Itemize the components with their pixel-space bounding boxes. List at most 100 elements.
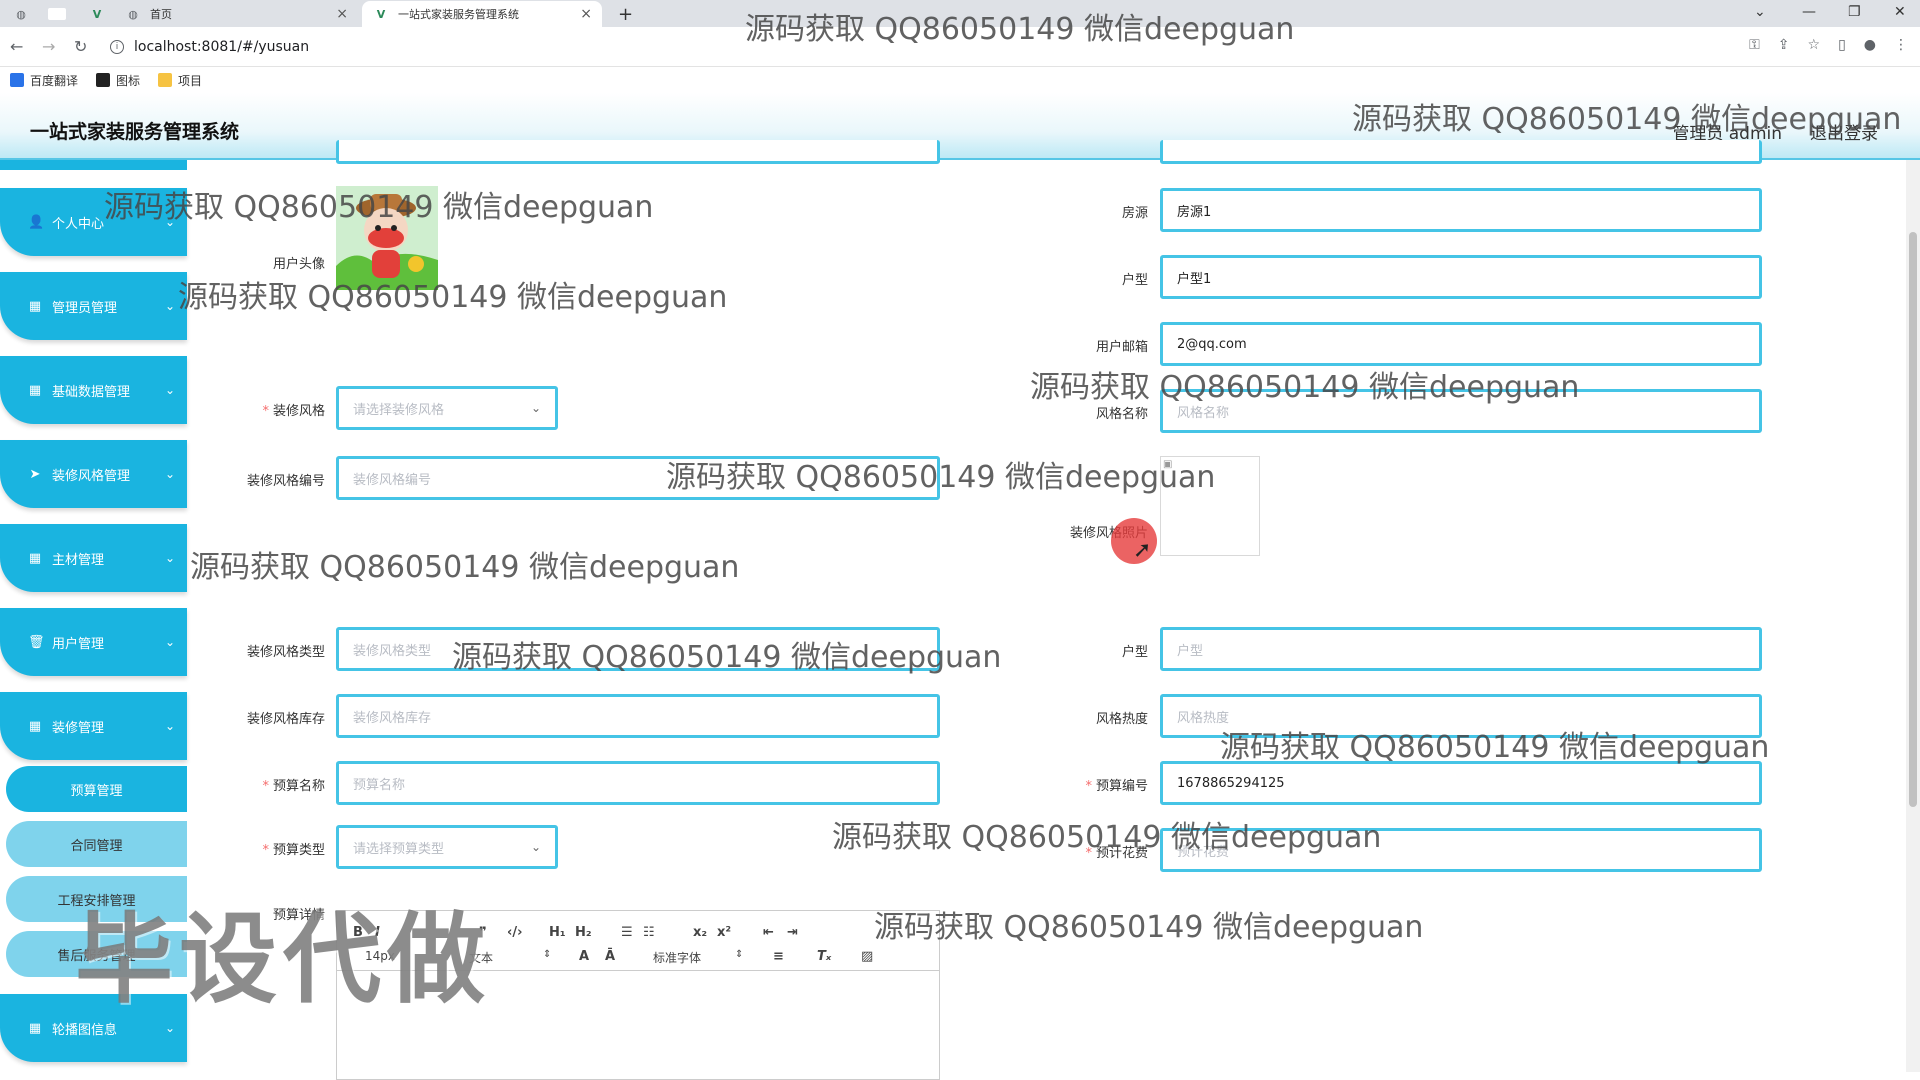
- font-select[interactable]: 标准字体: [653, 949, 701, 966]
- tab-app[interactable]: V 一站式家装服务管理系统 ×: [362, 1, 602, 27]
- sidebar-item-label: 装修风格管理: [52, 468, 131, 484]
- sidebar-item-styles[interactable]: ➤ 装修风格管理 ⌄: [0, 440, 187, 508]
- app-title: 一站式家装服务管理系统: [30, 121, 240, 143]
- budget-type-label: * 预算类型: [262, 843, 325, 858]
- sidebar-item-label: 主材管理: [52, 552, 105, 568]
- fangyuan-label: 房源: [1121, 206, 1148, 221]
- code-icon[interactable]: ‹/›: [507, 925, 522, 940]
- sidebar-item-label: 装修管理: [52, 720, 105, 736]
- chevron-up-icon: ⌄: [164, 719, 175, 733]
- reload-icon[interactable]: ↻: [74, 37, 87, 56]
- budget-type-placeholder: 请选择预算类型: [353, 841, 445, 857]
- page-scrollbar[interactable]: [1906, 160, 1920, 1072]
- sidebar-item-label: 基础数据管理: [52, 384, 131, 400]
- close-icon[interactable]: ×: [580, 6, 592, 22]
- ordered-list-icon[interactable]: ☰: [621, 925, 633, 940]
- chevron-down-icon: ⌄: [164, 551, 175, 565]
- sidebar-item-materials[interactable]: ▦ 主材管理 ⌄: [0, 524, 187, 592]
- style-code-label: 装修风格编号: [246, 474, 325, 489]
- bullet-list-icon[interactable]: ☷: [643, 925, 655, 940]
- close-icon[interactable]: ×: [336, 6, 348, 22]
- sidebar-item-basic-data[interactable]: ▦ 基础数据管理 ⌄: [0, 356, 187, 424]
- restore-icon[interactable]: ❐: [1848, 4, 1861, 20]
- scrollbar-thumb[interactable]: [1909, 232, 1917, 807]
- watermark: 源码获取 QQ86050149 微信deepguan: [832, 820, 1382, 855]
- side-panel-icon[interactable]: ▯: [1838, 37, 1846, 53]
- send-icon: ➤: [29, 466, 41, 482]
- bookmark-item[interactable]: 项目: [158, 72, 202, 89]
- sidebar-subitem-budget[interactable]: 预算管理: [6, 766, 187, 812]
- tab-search-icon[interactable]: ⌄: [1754, 4, 1766, 20]
- bookmark-label: 项目: [178, 73, 203, 88]
- bookmark-item[interactable]: 百度翻译: [10, 72, 78, 89]
- budget-code-input[interactable]: 1678865294125: [1160, 761, 1762, 805]
- grid-icon: ▦: [28, 1020, 42, 1036]
- chevron-down-icon: ⌄: [164, 1021, 175, 1035]
- watermark: 源码获取 QQ86050149 微信deepguan: [178, 280, 728, 315]
- watermark: 源码获取 QQ86050149 微信deepguan: [104, 190, 654, 225]
- fangyuan-input[interactable]: 房源1: [1160, 188, 1762, 232]
- budget-type-select[interactable]: 请选择预算类型 ⌄: [336, 825, 558, 869]
- image-insert-icon[interactable]: ▨: [861, 949, 873, 964]
- new-tab-button[interactable]: +: [618, 1, 633, 27]
- back-icon[interactable]: ←: [10, 37, 23, 56]
- stock-label: 装修风格库存: [246, 712, 325, 727]
- chevron-down-icon: ⌄: [530, 401, 541, 415]
- bookmark-item[interactable]: 图标: [96, 72, 140, 89]
- align-icon[interactable]: ≡: [773, 949, 784, 964]
- sidebar-item-label: 管理员管理: [52, 300, 118, 316]
- heat-label: 风格热度: [1095, 712, 1148, 727]
- heading1-icon[interactable]: H₁: [549, 925, 566, 940]
- budget-name-input[interactable]: 预算名称: [336, 761, 940, 805]
- profile-icon[interactable]: ●: [1864, 37, 1876, 53]
- globe-icon[interactable]: ◍: [14, 1, 38, 27]
- clear-format-icon[interactable]: Tₓ: [817, 949, 831, 964]
- minimize-icon[interactable]: —: [1802, 4, 1816, 20]
- indent-decrease-icon[interactable]: ⇤: [763, 925, 774, 940]
- style-type-label: 装修风格类型: [246, 645, 325, 660]
- translate-icon: [10, 73, 24, 87]
- tab-label: 一站式家装服务管理系统: [398, 8, 519, 21]
- background-color-icon[interactable]: Ā: [605, 949, 615, 964]
- info-icon[interactable]: i: [110, 40, 124, 54]
- bookmarks-bar: 百度翻译 图标 项目: [0, 67, 1920, 93]
- huxing2-input[interactable]: 户型: [1160, 627, 1762, 671]
- sidebar-item-users[interactable]: 🗑 用户管理 ⌄: [0, 608, 187, 676]
- indent-increase-icon[interactable]: ⇥: [787, 925, 798, 940]
- sidebar-item-label: 用户管理: [52, 636, 105, 652]
- menu-icon[interactable]: ⋮: [1894, 37, 1908, 53]
- star-icon[interactable]: ☆: [1808, 37, 1821, 53]
- huxing-input[interactable]: 户型1: [1160, 255, 1762, 299]
- sidebar-item-admins[interactable]: ▦ 管理员管理 ⌄: [0, 272, 187, 340]
- vue-tab-icon[interactable]: V: [90, 1, 114, 27]
- style-select[interactable]: 请选择装修风格 ⌄: [336, 386, 558, 430]
- image-icon: [96, 73, 111, 87]
- sidebar-item-renovation[interactable]: ▦ 装修管理 ⌄: [0, 692, 187, 760]
- subscript-icon[interactable]: x₂: [693, 925, 707, 940]
- grid-icon: ▦: [28, 298, 42, 314]
- superscript-icon[interactable]: x²: [717, 925, 731, 940]
- heading2-icon[interactable]: H₂: [575, 925, 592, 940]
- key-icon[interactable]: ⚿: [1749, 37, 1760, 53]
- budget-code-label: * 预算编号: [1085, 779, 1148, 794]
- forward-icon[interactable]: →: [42, 37, 55, 56]
- stock-input[interactable]: 装修风格库存: [336, 694, 940, 738]
- sidebar-item-label: 个人中心: [52, 216, 105, 232]
- watermark: 源码获取 QQ86050149 微信deepguan: [452, 640, 1002, 675]
- font-color-icon[interactable]: A: [579, 949, 589, 964]
- folder-icon: [158, 73, 173, 87]
- watermark: 源码获取 QQ86050149 微信deepguan: [874, 910, 1424, 945]
- globe-icon: ◍: [128, 7, 138, 21]
- style-select-placeholder: 请选择装修风格: [353, 402, 445, 418]
- sidebar-subitem-contract[interactable]: 合同管理: [6, 821, 187, 867]
- share-icon[interactable]: ⇪: [1778, 37, 1790, 53]
- blank-tab-icon[interactable]: [48, 1, 76, 27]
- partial-field: [1160, 140, 1762, 164]
- updown-icon: ⇕: [543, 949, 552, 960]
- email-input[interactable]: 2@qq.com: [1160, 322, 1762, 366]
- watermark: 源码获取 QQ86050149 微信deepguan: [190, 550, 740, 585]
- tab-home[interactable]: ◍ 首页 ×: [126, 1, 358, 27]
- style-label: * 装修风格: [262, 404, 325, 419]
- updown-icon: ⇕: [735, 949, 744, 960]
- close-window-icon[interactable]: ✕: [1894, 4, 1906, 20]
